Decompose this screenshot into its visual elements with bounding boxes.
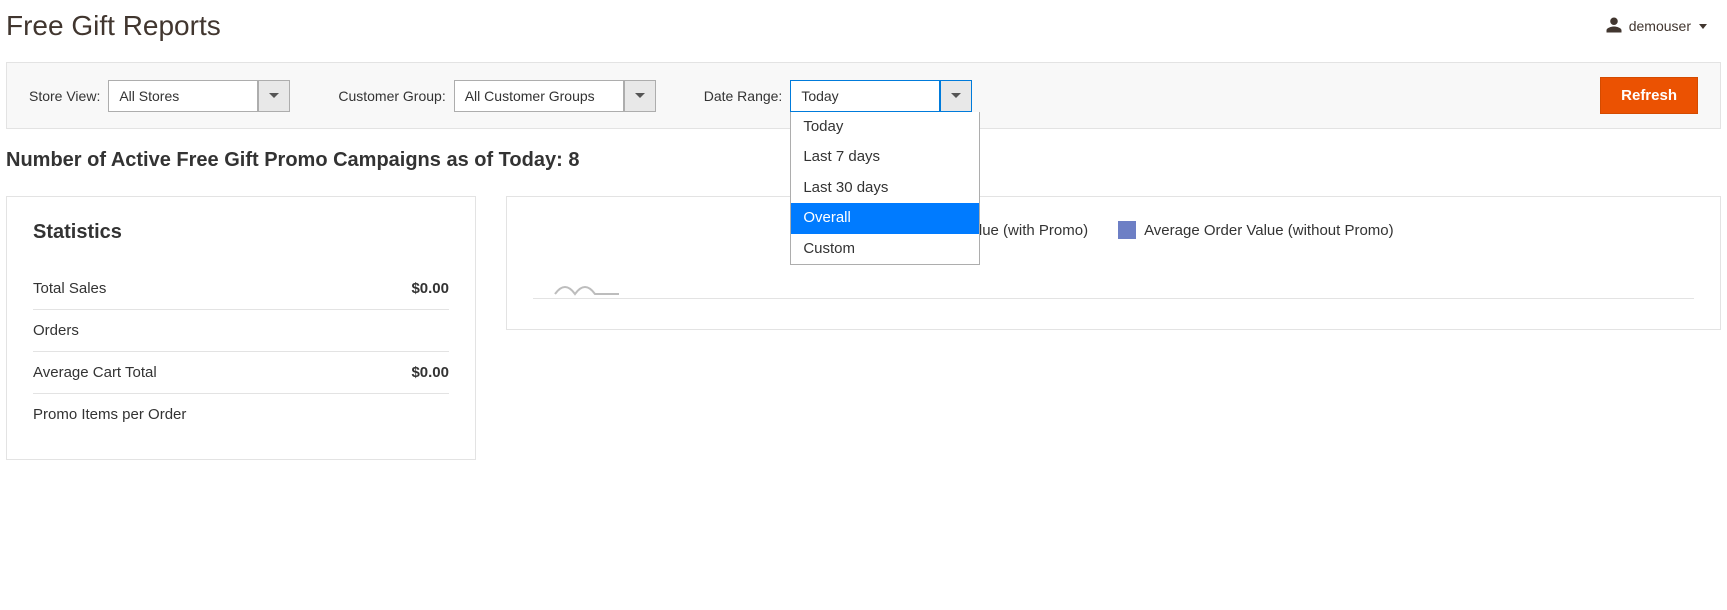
store-view-label: Store View: (29, 88, 100, 104)
store-view-toggle[interactable] (258, 80, 290, 112)
date-range-toggle[interactable] (940, 80, 972, 112)
store-view-filter: Store View: All Stores (29, 80, 290, 112)
user-name: demouser (1629, 18, 1691, 34)
stat-value: $0.00 (411, 280, 449, 297)
legend-item-without-promo[interactable]: Average Order Value (without Promo) (1118, 221, 1394, 239)
date-range-option-last7[interactable]: Last 7 days (791, 142, 979, 173)
chart-card: Average Order Value (with Promo) Average… (506, 196, 1721, 330)
page-title: Free Gift Reports (6, 10, 221, 42)
customer-group-label: Customer Group: (338, 88, 445, 104)
legend-swatch (1118, 221, 1136, 239)
stat-row-promo-items: Promo Items per Order (33, 394, 449, 435)
date-range-select[interactable]: Today Today Last 7 days Last 30 days Ove… (790, 80, 972, 112)
store-view-value: All Stores (108, 80, 258, 112)
chart-plot-area (533, 263, 1694, 299)
stat-label: Orders (33, 322, 79, 339)
chevron-down-icon (635, 93, 645, 98)
date-range-option-custom[interactable]: Custom (791, 234, 979, 265)
date-range-value: Today (790, 80, 940, 112)
stat-label: Total Sales (33, 280, 106, 297)
chart-legend: Average Order Value (with Promo) Average… (533, 221, 1694, 239)
date-range-filter: Date Range: Today Today Last 7 days Last… (704, 80, 973, 112)
date-range-dropdown: Today Last 7 days Last 30 days Overall C… (790, 112, 980, 266)
date-range-option-today[interactable]: Today (791, 112, 979, 143)
customer-group-value: All Customer Groups (454, 80, 624, 112)
customer-group-filter: Customer Group: All Customer Groups (338, 80, 655, 112)
date-range-option-overall[interactable]: Overall (791, 203, 979, 234)
stat-row-avg-cart: Average Cart Total $0.00 (33, 352, 449, 394)
stat-row-orders: Orders (33, 310, 449, 352)
store-view-select[interactable]: All Stores (108, 80, 290, 112)
date-range-label: Date Range: (704, 88, 783, 104)
stat-label: Average Cart Total (33, 364, 157, 381)
date-range-option-last30[interactable]: Last 30 days (791, 173, 979, 204)
chevron-down-icon (951, 93, 961, 98)
stat-value: $0.00 (411, 364, 449, 381)
chart-empty-squiggle-icon (553, 278, 623, 298)
statistics-title: Statistics (33, 221, 449, 244)
customer-group-select[interactable]: All Customer Groups (454, 80, 656, 112)
chevron-down-icon (269, 93, 279, 98)
user-icon (1605, 16, 1623, 37)
user-menu[interactable]: demouser (1605, 16, 1707, 37)
customer-group-toggle[interactable] (624, 80, 656, 112)
chevron-down-icon (1699, 24, 1707, 29)
refresh-button[interactable]: Refresh (1600, 77, 1698, 114)
statistics-card: Statistics Total Sales $0.00 Orders Aver… (6, 196, 476, 460)
filter-bar: Store View: All Stores Customer Group: A… (6, 62, 1721, 129)
legend-label: Average Order Value (without Promo) (1144, 222, 1394, 239)
stat-label: Promo Items per Order (33, 406, 186, 423)
stat-row-total-sales: Total Sales $0.00 (33, 268, 449, 310)
